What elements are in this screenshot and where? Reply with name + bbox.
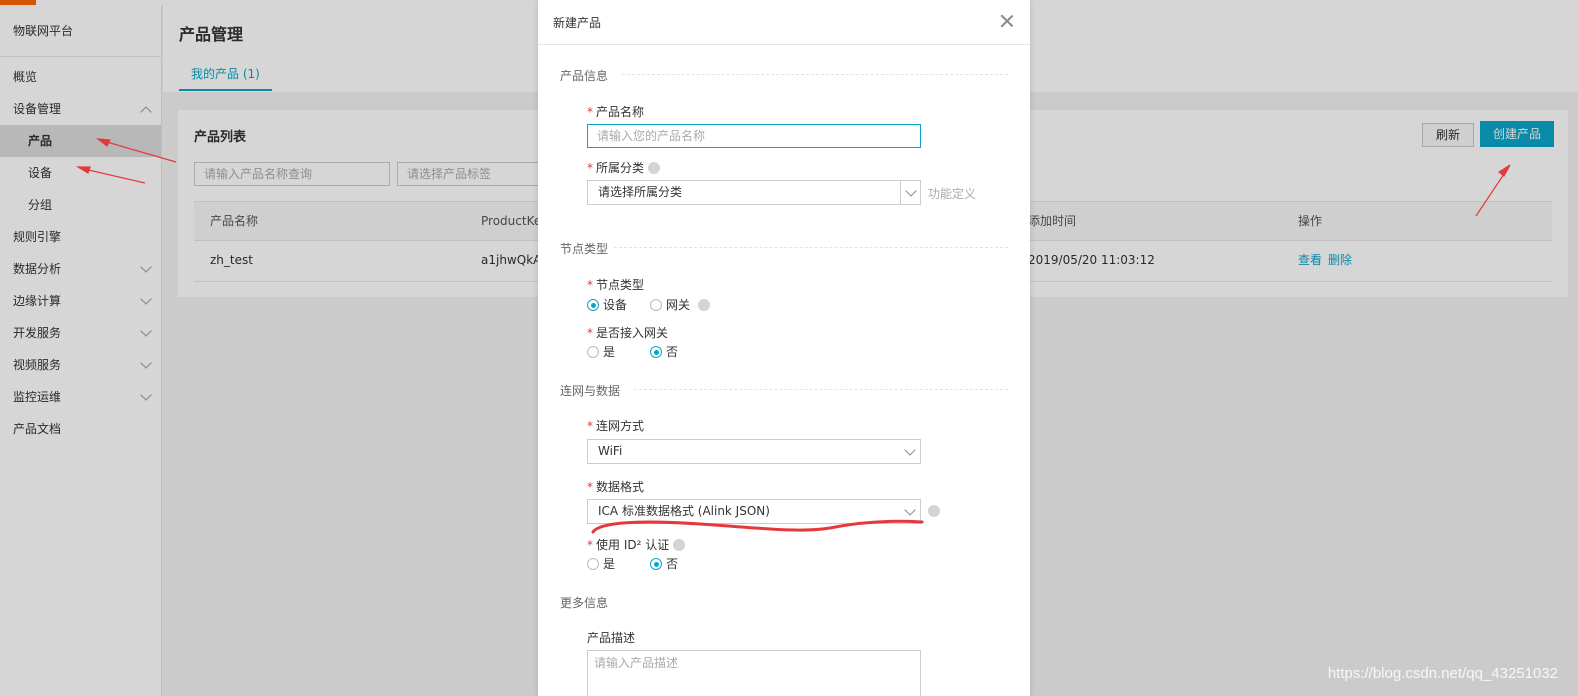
chevron-down-icon: [900, 440, 920, 463]
label-text: 产品名称: [596, 105, 645, 119]
help-icon[interactable]: [648, 162, 661, 174]
radio-yes[interactable]: 是: [587, 344, 615, 360]
radio-checked-icon: [650, 558, 662, 570]
label-text: 使用 ID² 认证: [596, 538, 670, 552]
description-textarea[interactable]: 请输入产品描述: [587, 650, 921, 696]
label-text: 节点类型: [596, 278, 645, 292]
radio-label: 是: [603, 557, 616, 571]
radio-device[interactable]: 设备: [587, 297, 627, 313]
radio-checked-icon: [650, 346, 662, 358]
radio-gateway[interactable]: 网关: [650, 297, 711, 313]
help-icon[interactable]: [928, 505, 940, 517]
radio-unchecked-icon: [650, 299, 662, 311]
radio-label: 否: [666, 557, 679, 571]
radio-label: 是: [603, 345, 616, 359]
gateway-label: * 是否接入网关: [587, 325, 668, 341]
radio-unchecked-icon: [587, 558, 599, 570]
select-value: ICA 标准数据格式 (Alink JSON): [598, 504, 770, 518]
section-network: 连网与数据: [560, 384, 621, 398]
required-mark: *: [587, 419, 593, 433]
data-format-label: * 数据格式: [587, 479, 644, 495]
connect-label: * 连网方式: [587, 418, 644, 434]
divider: [622, 74, 1008, 75]
radio-label: 否: [666, 345, 679, 359]
watermark: https://blog.csdn.net/qq_43251032: [1327, 665, 1558, 682]
dialog-header: 新建产品: [538, 0, 1030, 45]
required-mark: *: [587, 278, 593, 292]
id2-label: * 使用 ID² 认证: [587, 537, 686, 553]
label-text: 所属分类: [596, 161, 645, 175]
required-mark: *: [587, 326, 593, 340]
radio-no[interactable]: 否: [650, 556, 678, 572]
label-text: 数据格式: [596, 480, 645, 494]
radio-label: 网关: [666, 298, 691, 312]
function-definition-text: 功能定义: [928, 187, 977, 201]
divider: [634, 389, 1008, 390]
help-icon[interactable]: [698, 299, 711, 311]
connect-select[interactable]: WiFi: [587, 439, 921, 464]
radio-label: 设备: [603, 298, 628, 312]
select-value: 请选择所属分类: [598, 185, 683, 199]
data-format-select[interactable]: ICA 标准数据格式 (Alink JSON): [587, 499, 921, 524]
description-label: 产品描述: [587, 631, 636, 645]
label-text: 是否接入网关: [596, 326, 669, 340]
product-name-label: * 产品名称: [587, 104, 644, 120]
node-type-label: * 节点类型: [587, 277, 644, 293]
radio-checked-icon: [587, 299, 599, 311]
label-text: 连网方式: [596, 419, 645, 433]
required-mark: *: [587, 161, 593, 175]
chevron-down-icon: [900, 500, 920, 523]
radio-yes[interactable]: 是: [587, 556, 615, 572]
dialog-title: 新建产品: [553, 16, 602, 30]
section-node-type: 节点类型: [560, 242, 609, 256]
create-product-dialog: 新建产品 产品信息 * 产品名称 请输入您的产品名称 * 所属分类 请选择所属分类 …: [538, 0, 1030, 696]
select-value: WiFi: [598, 444, 623, 458]
required-mark: *: [587, 538, 593, 552]
divider: [614, 247, 1008, 248]
section-product-info: 产品信息: [560, 69, 609, 83]
radio-no[interactable]: 否: [650, 344, 678, 360]
section-more: 更多信息: [560, 596, 609, 610]
radio-unchecked-icon: [587, 346, 599, 358]
required-mark: *: [587, 480, 593, 494]
help-icon[interactable]: [673, 539, 686, 551]
category-label: * 所属分类: [587, 160, 661, 176]
close-icon[interactable]: [1000, 14, 1014, 28]
category-select[interactable]: 请选择所属分类: [587, 180, 921, 205]
required-mark: *: [587, 105, 593, 119]
product-name-input[interactable]: 请输入您的产品名称: [587, 124, 921, 148]
chevron-down-icon: [900, 181, 920, 204]
